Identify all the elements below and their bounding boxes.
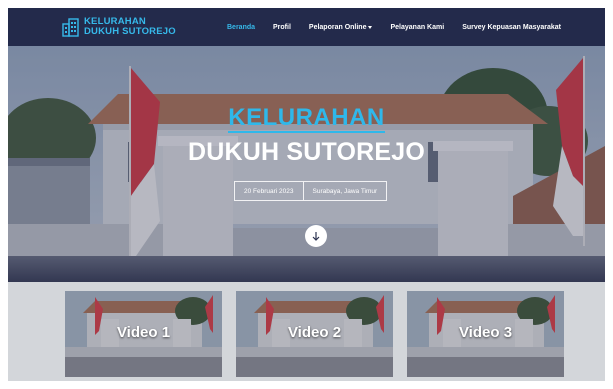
nav-item-label: Survey Kepuasan Masyarakat	[462, 23, 562, 31]
main-nav: Beranda Profil Pelaporan Online Pelayana…	[227, 8, 579, 46]
nav-item-beranda[interactable]: Beranda	[227, 24, 255, 31]
video-label: Video 2	[287, 324, 342, 341]
caret-down-icon	[368, 25, 373, 29]
hero-location: Surabaya, Jawa Timur	[302, 182, 387, 200]
brand-text: KELURAHAN DUKUH SUTOREJO	[84, 17, 176, 37]
navbar: KELURAHAN DUKUH SUTOREJO Beranda Profil …	[8, 8, 605, 46]
hero-title-line-1-text: KELURAHAN	[228, 104, 385, 133]
nav-item-label: Profil	[273, 23, 291, 31]
nav-item-pelaporan-online[interactable]: Pelaporan Online	[309, 24, 373, 31]
nav-item-profil[interactable]: Profil	[273, 24, 291, 31]
hero-title-line-1: KELURAHAN	[8, 104, 605, 133]
scroll-down-button[interactable]	[305, 225, 327, 247]
arrow-down-icon	[312, 232, 320, 241]
page-frame: KELURAHAN DUKUH SUTOREJO Beranda Profil …	[8, 8, 605, 381]
video-card-2[interactable]: Video 2	[236, 291, 393, 377]
hero-title-line-2: DUKUH SUTOREJO	[187, 138, 426, 166]
building-icon	[62, 18, 79, 37]
video-label: Video 3	[458, 324, 513, 341]
nav-item-survey[interactable]: Survey Kepuasan Masyarakat	[462, 24, 561, 31]
video-section: Video 1 Video 2 Video 3	[8, 282, 605, 381]
hero-meta: 20 Februari 2023 Surabaya, Jawa Timur	[234, 181, 388, 201]
nav-item-label: Pelayanan Kami	[390, 23, 445, 31]
nav-item-pelayanan-kami[interactable]: Pelayanan Kami	[390, 24, 444, 31]
brand-logo[interactable]: KELURAHAN DUKUH SUTOREJO	[62, 17, 176, 37]
hero-section: KELURAHAN DUKUH SUTOREJO 20 Februari 202…	[8, 46, 605, 282]
nav-item-label: Pelaporan Online	[308, 23, 367, 31]
nav-item-label: Beranda	[227, 23, 256, 31]
video-card-3[interactable]: Video 3	[407, 291, 564, 377]
video-label: Video 1	[116, 324, 171, 341]
brand-line-2: DUKUH SUTOREJO	[84, 26, 176, 37]
video-card-1[interactable]: Video 1	[65, 291, 222, 377]
hero-date: 20 Februari 2023	[244, 187, 294, 195]
